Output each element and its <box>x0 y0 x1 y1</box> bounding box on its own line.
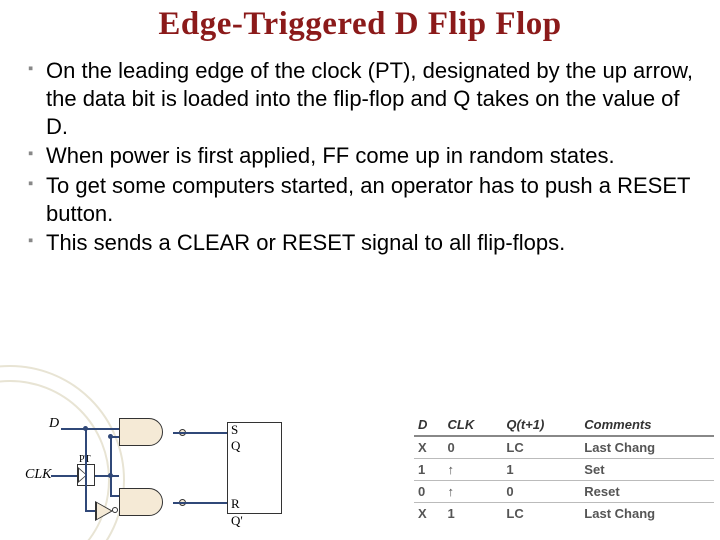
table-row: 1 ↑ 1 Set <box>414 459 714 481</box>
bullet-item: This sends a CLEAR or RESET signal to al… <box>46 229 704 257</box>
clk-label: CLK <box>25 467 51 483</box>
qbar-label: Q' <box>231 513 243 529</box>
bullet-item: When power is first applied, FF come up … <box>46 142 704 170</box>
bullet-item: On the leading edge of the clock (PT), d… <box>46 57 704 141</box>
wire-junction <box>83 426 88 431</box>
wire <box>51 475 77 477</box>
not-gate <box>95 501 113 521</box>
bullet-list: On the leading edge of the clock (PT), d… <box>16 57 704 257</box>
page-title: Edge-Triggered D Flip Flop <box>16 6 704 43</box>
r-label: R <box>231 496 240 512</box>
wire <box>85 428 87 510</box>
table-row: X 1 LC Last Chang <box>414 503 714 525</box>
wire <box>85 510 95 512</box>
wire <box>110 495 119 497</box>
bottom-region: D CLK PT S Q R Q' <box>0 410 720 540</box>
col-q: Q(t+1) <box>502 414 580 436</box>
slide-content: Edge-Triggered D Flip Flop On the leadin… <box>0 0 720 257</box>
wire <box>61 428 119 430</box>
nand-gate <box>119 418 179 446</box>
col-comments: Comments <box>580 414 714 436</box>
wire <box>173 432 227 434</box>
wire-junction <box>108 473 113 478</box>
table-row: 0 ↑ 0 Reset <box>414 481 714 503</box>
col-clk: CLK <box>444 414 503 436</box>
q-label: Q <box>231 438 240 454</box>
not-bubble-icon <box>112 507 118 513</box>
circuit-diagram: D CLK PT S Q R Q' <box>55 418 290 538</box>
wire <box>110 436 112 495</box>
s-label: S <box>231 422 238 438</box>
wire <box>95 475 119 477</box>
wire-junction <box>108 434 113 439</box>
table-header-row: D CLK Q(t+1) Comments <box>414 414 714 436</box>
table-row: X 0 LC Last Chang <box>414 436 714 459</box>
d-label: D <box>49 416 59 432</box>
wire <box>173 502 227 504</box>
nand-gate <box>119 488 179 516</box>
bullet-item: To get some computers started, an operat… <box>46 172 704 228</box>
truth-table: D CLK Q(t+1) Comments X 0 LC Last Chang … <box>414 414 714 524</box>
col-d: D <box>414 414 444 436</box>
